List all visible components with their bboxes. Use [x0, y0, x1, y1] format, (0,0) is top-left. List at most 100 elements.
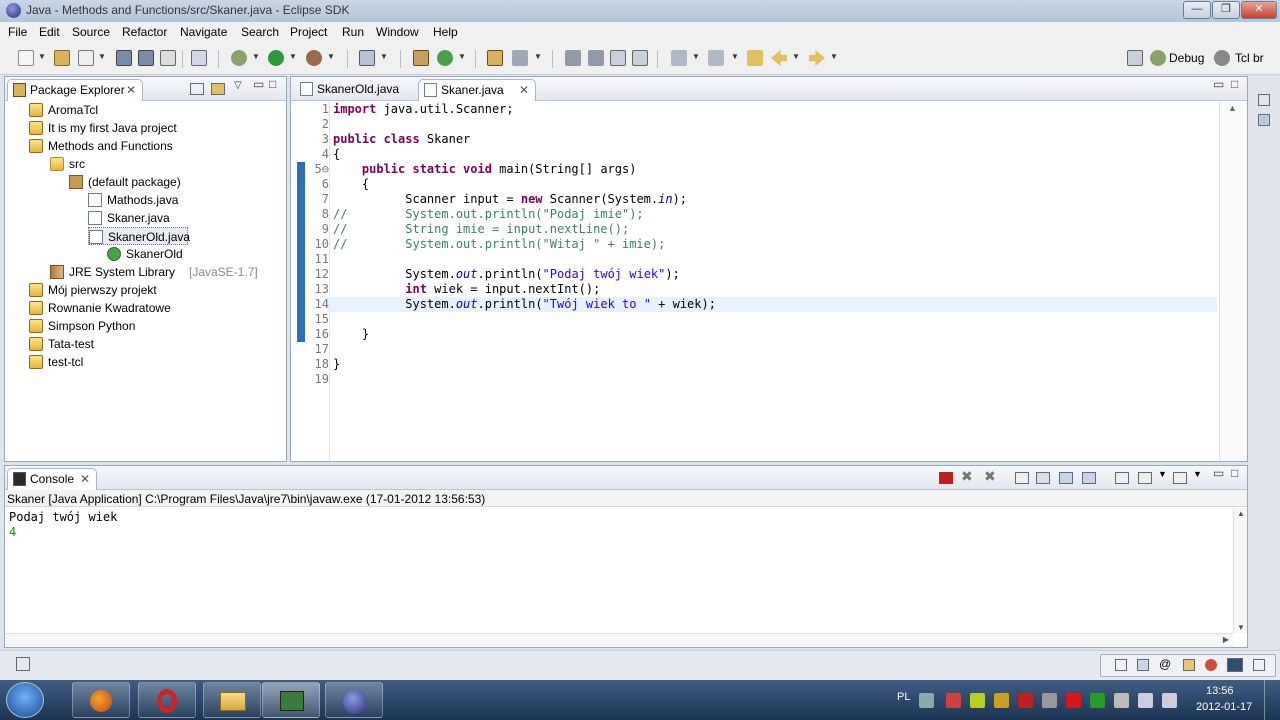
security-icon[interactable]: [1018, 693, 1033, 708]
clear-console-icon[interactable]: [1015, 472, 1029, 484]
volume-icon[interactable]: [1162, 693, 1177, 708]
minimize-console-icon[interactable]: ▭: [1213, 466, 1227, 480]
save-icon[interactable]: [116, 50, 132, 66]
open-perspective-icon[interactable]: [1127, 50, 1143, 66]
external-tools-dropdown-icon[interactable]: ▼: [327, 52, 335, 61]
minimize-button[interactable]: —: [1183, 1, 1211, 19]
close-button[interactable]: ✕: [1241, 1, 1277, 19]
menu-source[interactable]: Source: [72, 25, 110, 39]
new-icon[interactable]: [18, 50, 34, 66]
usb-icon[interactable]: [1114, 693, 1129, 708]
restore-button[interactable]: ❐: [1212, 1, 1240, 19]
scroll-lock-icon[interactable]: [1036, 472, 1050, 484]
open-console-icon[interactable]: [1173, 472, 1187, 484]
new-java-project-icon[interactable]: [359, 50, 375, 66]
outline-view-icon[interactable]: [1258, 114, 1270, 126]
antivirus-icon[interactable]: [1066, 693, 1081, 708]
remove-all-launches-icon[interactable]: ✖: [984, 468, 998, 484]
tab-console[interactable]: Console ✕: [7, 468, 97, 490]
debug-perspective-icon[interactable]: [1150, 50, 1166, 66]
link-with-editor-icon[interactable]: [211, 83, 225, 95]
tree-item-selected[interactable]: SkanerOld.java: [88, 227, 190, 245]
external-tools-icon[interactable]: [306, 50, 322, 66]
progress-icon[interactable]: [1253, 659, 1265, 671]
taskbar-eclipse[interactable]: [325, 682, 383, 718]
tasks-icon[interactable]: [1183, 659, 1195, 671]
show-on-error-icon[interactable]: [1082, 472, 1096, 484]
console-trim-icon[interactable]: [1227, 658, 1243, 672]
debug-bug-icon[interactable]: [231, 50, 247, 66]
remove-launch-icon[interactable]: ✖: [961, 468, 975, 484]
console-vertical-scrollbar[interactable]: ▲ ▼: [1233, 508, 1247, 633]
fast-view-icon[interactable]: [16, 657, 30, 671]
back-arrow-icon[interactable]: [771, 50, 787, 66]
new-class-icon[interactable]: [437, 50, 453, 66]
minimize-view-icon[interactable]: ▭: [253, 77, 267, 91]
previous-annotation-icon[interactable]: [708, 50, 724, 66]
display-console-dropdown-icon[interactable]: ▼: [1158, 469, 1172, 481]
block-selection-icon[interactable]: [610, 50, 626, 66]
forward-dropdown-icon[interactable]: ▼: [830, 52, 838, 61]
show-on-output-icon[interactable]: [1059, 472, 1073, 484]
back-dropdown-icon[interactable]: ▼: [792, 52, 800, 61]
menu-refactor[interactable]: Refactor: [122, 25, 167, 39]
tab-skaner-old-java[interactable]: SkanerOld.java: [295, 79, 411, 101]
menu-search[interactable]: Search: [241, 25, 279, 39]
new-file-dropdown-icon[interactable]: ▼: [98, 52, 106, 61]
show-desktop-button[interactable]: [1264, 680, 1280, 720]
search-icon[interactable]: [512, 50, 528, 66]
forward-arrow-icon[interactable]: [809, 50, 825, 66]
display-selected-console-icon[interactable]: [1138, 472, 1152, 484]
save-all-icon[interactable]: [138, 50, 154, 66]
run-dropdown-icon[interactable]: ▼: [289, 52, 297, 61]
terminate-icon[interactable]: [939, 472, 953, 484]
menu-edit[interactable]: Edit: [39, 25, 60, 39]
open-type-icon[interactable]: [487, 50, 503, 66]
menu-file[interactable]: File: [8, 25, 27, 39]
tab-skaner-java[interactable]: Skaner.java ✕: [418, 79, 536, 101]
build-icon[interactable]: [191, 50, 207, 66]
search-dropdown-icon[interactable]: ▼: [534, 52, 542, 61]
close-tab-icon[interactable]: ✕: [126, 80, 136, 100]
show-whitespace-icon[interactable]: [632, 50, 648, 66]
menu-help[interactable]: Help: [433, 25, 458, 39]
speaker-small-icon[interactable]: [1042, 693, 1057, 708]
tcl-perspective-label[interactable]: Tcl br: [1235, 51, 1264, 65]
toggle-mark-occurrences-icon[interactable]: [565, 50, 581, 66]
clock-time[interactable]: 13:56: [1206, 685, 1234, 697]
clock-date[interactable]: 2012-01-17: [1196, 701, 1252, 713]
code-editor[interactable]: 1 import java.util.Scanner; 2 3 public class…: [307, 102, 1217, 459]
debug-perspective-label[interactable]: Debug: [1169, 51, 1204, 65]
menu-navigate[interactable]: Navigate: [180, 25, 227, 39]
taskbar-firefox[interactable]: [72, 682, 130, 718]
tab-package-explorer[interactable]: Package Explorer ✕: [7, 79, 143, 101]
maximize-editor-icon[interactable]: □: [1231, 77, 1245, 91]
open-console-dropdown-icon[interactable]: ▼: [1193, 469, 1207, 481]
minimize-editor-icon[interactable]: ▭: [1213, 77, 1227, 91]
next-annotation-icon[interactable]: [671, 50, 687, 66]
new-file-icon[interactable]: [78, 50, 94, 66]
problems-icon[interactable]: [1115, 659, 1127, 671]
restore-view-icon[interactable]: [1258, 94, 1270, 106]
display-icon[interactable]: [1138, 693, 1153, 708]
close-tab-icon[interactable]: ✕: [80, 469, 90, 489]
error-log-icon[interactable]: [1205, 659, 1217, 671]
network-tool-icon[interactable]: [946, 693, 961, 708]
open-folder-icon[interactable]: [54, 50, 70, 66]
pin-console-icon[interactable]: [1115, 472, 1129, 484]
declaration-icon[interactable]: @: [1159, 657, 1171, 671]
menu-window[interactable]: Window: [376, 25, 419, 39]
previous-annotation-dropdown-icon[interactable]: ▼: [731, 52, 739, 61]
battery-meter-icon[interactable]: [970, 693, 985, 708]
menu-run[interactable]: Run: [342, 25, 364, 39]
tcl-perspective-icon[interactable]: [1214, 50, 1230, 66]
language-indicator[interactable]: PL: [897, 691, 910, 703]
menu-project[interactable]: Project: [290, 25, 327, 39]
new-package-icon[interactable]: [413, 50, 429, 66]
close-tab-icon[interactable]: ✕: [519, 80, 529, 100]
green-app-icon[interactable]: [1090, 693, 1105, 708]
last-edit-location-icon[interactable]: [747, 50, 763, 66]
taskbar-opera[interactable]: [138, 682, 196, 718]
next-annotation-dropdown-icon[interactable]: ▼: [692, 52, 700, 61]
keyboard-icon[interactable]: [919, 693, 934, 708]
